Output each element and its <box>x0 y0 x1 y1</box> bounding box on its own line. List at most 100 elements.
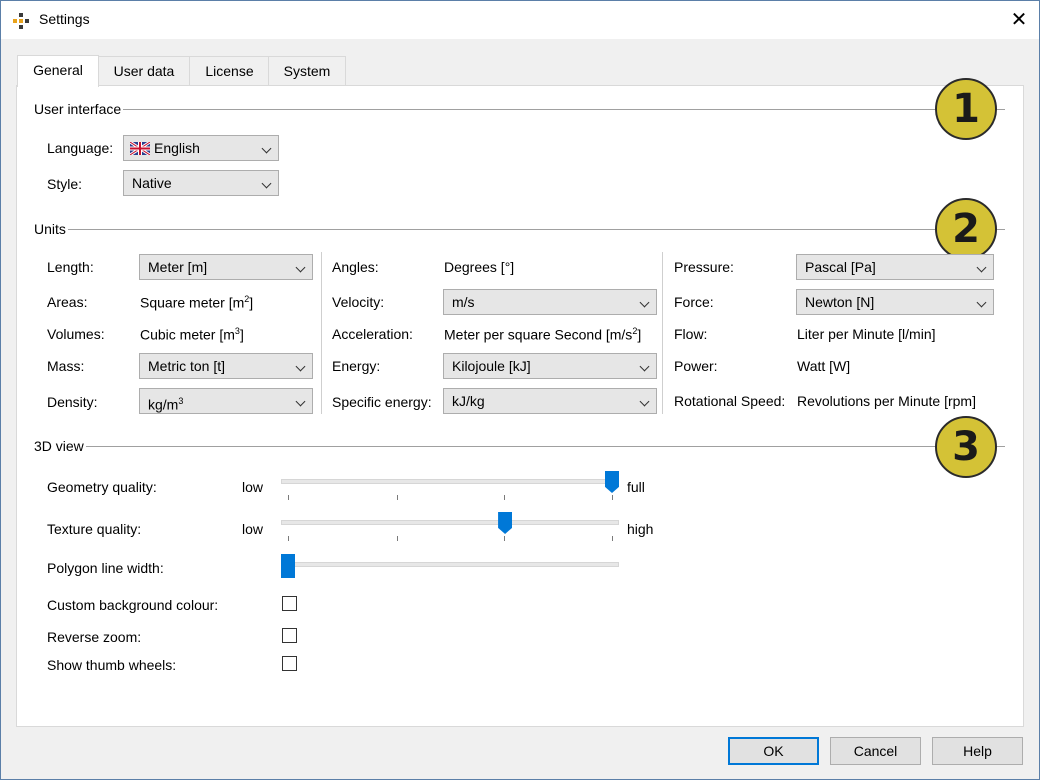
reverse-zoom-label: Reverse zoom: <box>47 629 142 645</box>
thumb-wheels-checkbox[interactable] <box>282 656 297 671</box>
power-label: Power: <box>674 358 718 374</box>
rotational-speed-label: Rotational Speed: <box>674 393 786 409</box>
language-select[interactable]: English <box>123 135 279 161</box>
chevron-down-icon <box>261 143 272 154</box>
chevron-down-icon <box>261 178 272 189</box>
section-units: Units <box>34 221 68 237</box>
custom-background-label: Custom background colour: <box>47 597 219 613</box>
close-icon[interactable]: ✕ <box>999 1 1039 39</box>
callout-badge-1: 1 <box>935 78 997 140</box>
mass-label: Mass: <box>47 358 85 374</box>
tab-license[interactable]: License <box>189 56 270 86</box>
slider-tick <box>397 495 398 500</box>
section-user-interface: User interface <box>34 101 124 117</box>
language-label: Language: <box>47 140 114 156</box>
chevron-down-icon <box>976 262 987 273</box>
polygon-line-width-thumb[interactable] <box>281 554 295 578</box>
areas-value: Square meter [m2] <box>140 294 254 311</box>
geometry-min-label: low <box>242 479 264 495</box>
texture-quality-slider[interactable] <box>281 520 619 525</box>
geometry-quality-slider[interactable] <box>281 479 619 484</box>
texture-quality-thumb[interactable] <box>498 512 513 534</box>
geometry-quality-label: Geometry quality: <box>47 479 157 495</box>
specific-energy-select[interactable]: kJ/kg <box>443 388 657 414</box>
section-divider <box>35 229 1005 230</box>
specific-energy-value: kJ/kg <box>452 393 485 409</box>
pressure-label: Pressure: <box>674 259 734 275</box>
polygon-line-width-slider[interactable] <box>281 562 619 567</box>
energy-label: Energy: <box>332 358 381 374</box>
chevron-down-icon <box>976 297 987 308</box>
mass-value: Metric ton [t] <box>148 358 226 374</box>
slider-tick <box>612 536 613 541</box>
density-select[interactable]: kg/m3 <box>139 388 313 414</box>
mass-select[interactable]: Metric ton [t] <box>139 353 313 379</box>
energy-value: Kilojoule [kJ] <box>452 358 531 374</box>
tab-system[interactable]: System <box>268 56 346 86</box>
section-divider <box>35 109 1005 110</box>
app-icon <box>13 13 29 29</box>
flow-label: Flow: <box>674 326 708 342</box>
tab-general[interactable]: General <box>17 55 99 87</box>
geometry-quality-thumb[interactable] <box>605 471 619 493</box>
chevron-down-icon <box>639 361 650 372</box>
polygon-line-width-label: Polygon line width: <box>47 560 164 576</box>
pressure-select[interactable]: Pascal [Pa] <box>796 254 994 280</box>
texture-max-label: high <box>627 521 654 537</box>
title-bar: Settings ✕ <box>1 1 1039 39</box>
rotational-speed-value: Revolutions per Minute [rpm] <box>797 393 976 409</box>
slider-tick <box>612 495 613 500</box>
style-value: Native <box>132 175 172 191</box>
angles-value: Degrees [°] <box>444 259 515 275</box>
texture-min-label: low <box>242 521 264 537</box>
chevron-down-icon <box>295 396 306 407</box>
length-label: Length: <box>47 259 94 275</box>
section-divider <box>35 446 1005 447</box>
column-separator <box>662 252 663 414</box>
velocity-label: Velocity: <box>332 294 385 310</box>
power-value: Watt [W] <box>797 358 851 374</box>
texture-quality-label: Texture quality: <box>47 521 142 537</box>
settings-window: Settings ✕ General User data License Sys… <box>0 0 1040 780</box>
specific-energy-label: Specific energy: <box>332 394 432 410</box>
tab-user-data[interactable]: User data <box>97 56 191 86</box>
chevron-down-icon <box>295 361 306 372</box>
slider-tick <box>504 536 505 541</box>
pressure-value: Pascal [Pa] <box>805 259 876 275</box>
chevron-down-icon <box>295 262 306 273</box>
energy-select[interactable]: Kilojoule [kJ] <box>443 353 657 379</box>
slider-tick <box>504 495 505 500</box>
chevron-down-icon <box>639 297 650 308</box>
force-select[interactable]: Newton [N] <box>796 289 994 315</box>
length-value: Meter [m] <box>148 259 208 275</box>
density-label: Density: <box>47 394 98 410</box>
language-value: English <box>154 140 200 156</box>
help-button[interactable]: Help <box>932 737 1023 765</box>
window-title: Settings <box>39 11 90 27</box>
uk-flag-icon <box>130 142 150 155</box>
custom-background-checkbox[interactable] <box>282 596 297 611</box>
acceleration-value: Meter per square Second [m/s2] <box>444 326 642 343</box>
flow-value: Liter per Minute [l/min] <box>797 326 936 342</box>
slider-tick <box>288 495 289 500</box>
slider-tick <box>397 536 398 541</box>
geometry-max-label: full <box>627 479 645 495</box>
cancel-button[interactable]: Cancel <box>830 737 921 765</box>
style-label: Style: <box>47 176 83 192</box>
velocity-value: m/s <box>452 294 475 310</box>
chevron-down-icon <box>639 396 650 407</box>
section-3d-view: 3D view <box>34 438 86 454</box>
slider-tick <box>288 536 289 541</box>
ok-button[interactable]: OK <box>728 737 819 765</box>
volumes-label: Volumes: <box>47 326 105 342</box>
velocity-select[interactable]: m/s <box>443 289 657 315</box>
callout-badge-3: 3 <box>935 416 997 478</box>
density-value: kg/m3 <box>148 396 184 413</box>
callout-badge-2: 2 <box>935 198 997 260</box>
force-label: Force: <box>674 294 714 310</box>
volumes-value: Cubic meter [m3] <box>140 326 244 343</box>
length-select[interactable]: Meter [m] <box>139 254 313 280</box>
reverse-zoom-checkbox[interactable] <box>282 628 297 643</box>
style-select[interactable]: Native <box>123 170 279 196</box>
force-value: Newton [N] <box>805 294 875 310</box>
